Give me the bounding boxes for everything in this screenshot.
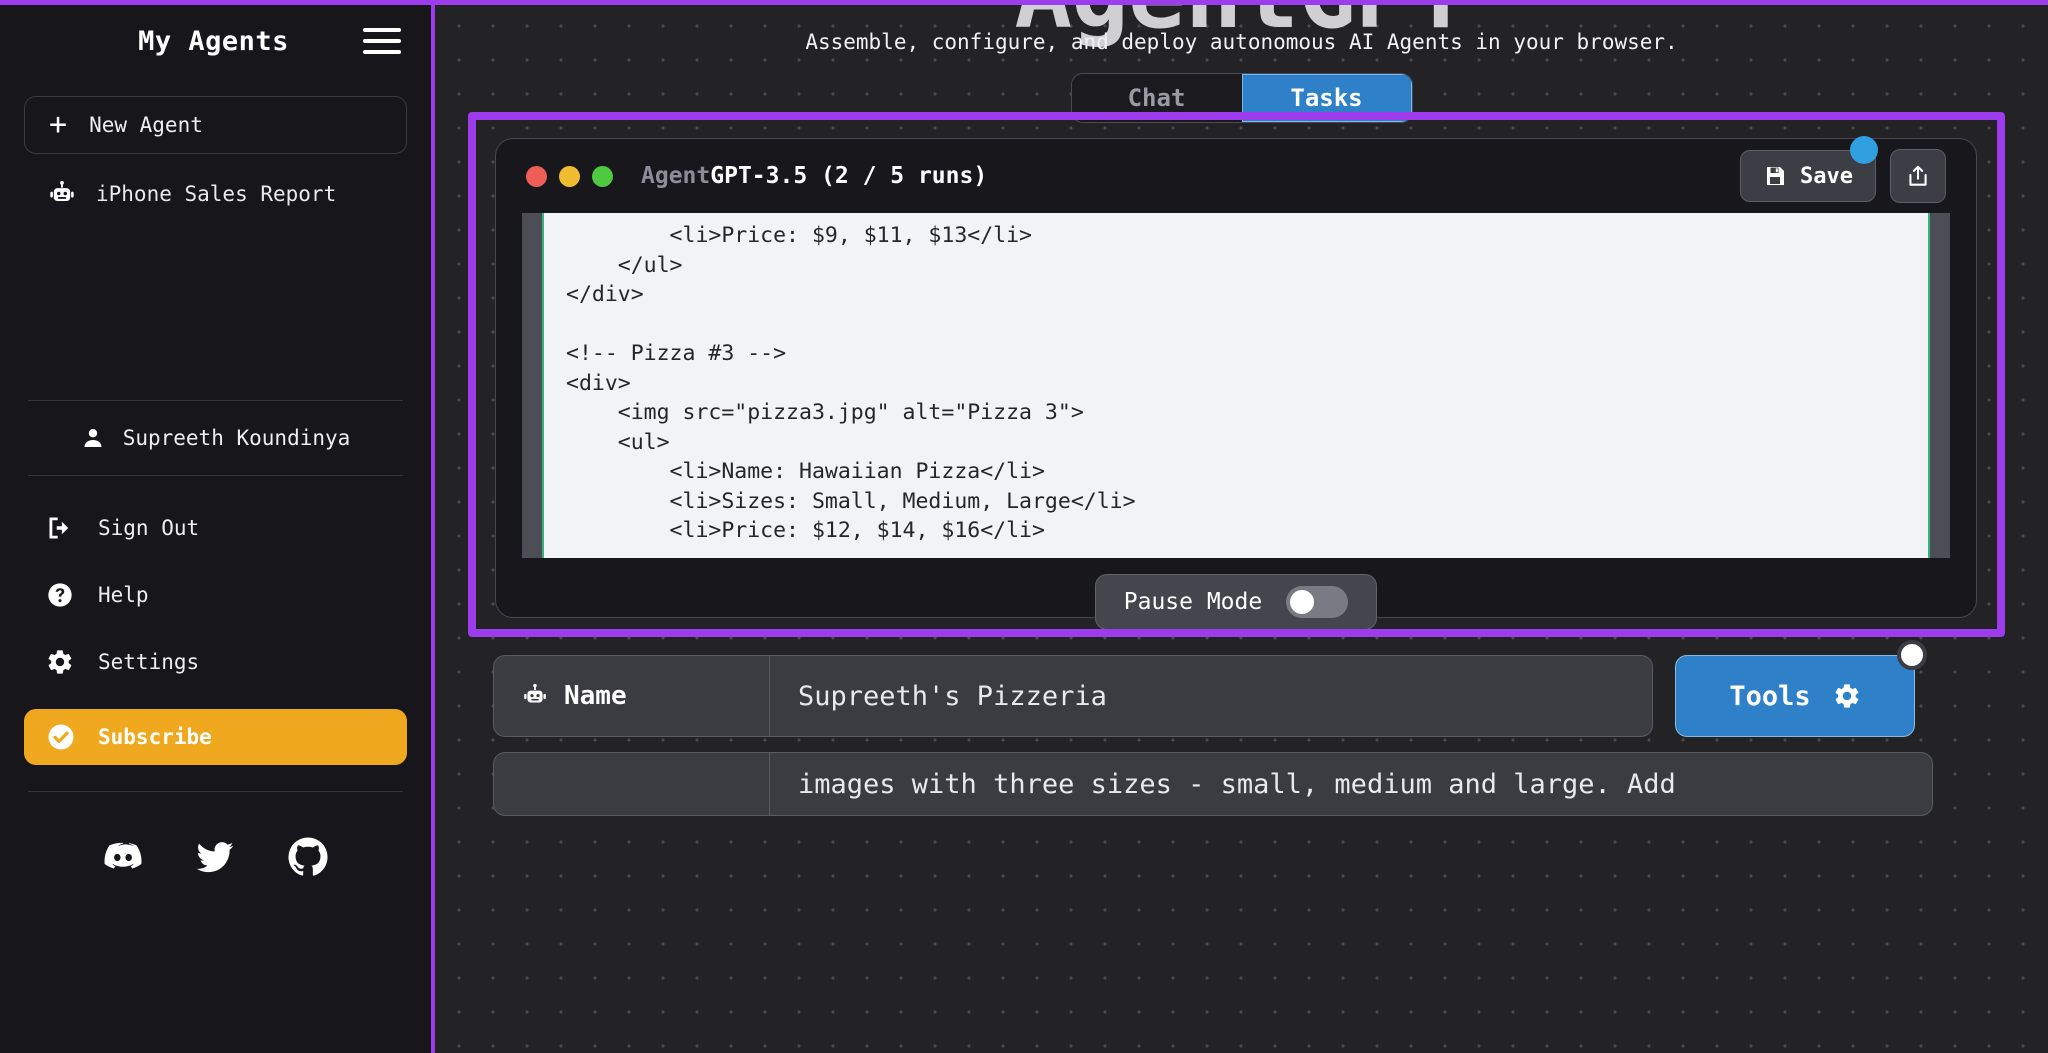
new-agent-button[interactable]: + New Agent (24, 96, 407, 154)
subscribe-button[interactable]: Subscribe (24, 709, 407, 765)
app-root: My Agents + New Agent iPhone Sales Repor… (0, 0, 2048, 1053)
code-output-text: <li>Price: $9, $11, $13</li> </ul> </div… (544, 213, 1928, 558)
agent-window: AgentGPT-3.5 (2 / 5 runs) Save <li>Price… (495, 136, 1977, 630)
save-badge-dot (1850, 136, 1878, 164)
new-agent-label: New Agent (89, 113, 203, 137)
pause-mode-toggle[interactable]: Pause Mode (1094, 574, 1378, 630)
agent-window-title-prefix: Agent (641, 163, 711, 189)
minimize-icon[interactable] (559, 165, 580, 187)
tools-badge-dot (1897, 640, 1927, 670)
github-icon[interactable] (285, 834, 331, 880)
page-subtitle: Assemble, configure, and deploy autonomo… (805, 30, 1678, 54)
close-icon[interactable] (526, 165, 547, 187)
sidebar-item-sign-out-label: Sign Out (98, 515, 200, 540)
goal-field-label-slot (494, 753, 770, 815)
switch-knob (1290, 590, 1315, 614)
main-content: AgentGPT Assemble, configure, and deploy… (435, 0, 2048, 1053)
robot-icon (48, 180, 76, 208)
share-button[interactable] (1890, 149, 1946, 203)
tab-chat[interactable]: Chat (1071, 74, 1242, 122)
pause-mode-label: Pause Mode (1123, 589, 1263, 615)
sidebar-item-help-label: Help (98, 582, 149, 607)
robot-icon (522, 683, 548, 709)
save-button-label: Save (1800, 163, 1853, 189)
sidebar-item-agent-label: iPhone Sales Report (96, 182, 337, 206)
sidebar-item-settings-label: Settings (98, 649, 200, 674)
name-input[interactable]: Supreeth's Pizzeria (770, 681, 1107, 712)
subscribe-label: Subscribe (98, 725, 212, 749)
goal-input[interactable]: images with three sizes - small, medium … (770, 769, 1676, 800)
user-icon (81, 426, 105, 450)
sidebar-item-settings[interactable]: Settings (24, 632, 407, 691)
sidebar: My Agents + New Agent iPhone Sales Repor… (0, 0, 435, 1053)
code-gutter-right (1928, 213, 1950, 558)
floppy-disk-icon (1763, 164, 1787, 188)
share-upload-icon (1905, 163, 1931, 189)
sidebar-item-sign-out[interactable]: Sign Out (24, 498, 407, 557)
tab-tasks[interactable]: Tasks (1241, 74, 1412, 122)
sidebar-header: My Agents (24, 0, 407, 82)
name-field-label: Name (564, 681, 627, 711)
pause-mode-switch[interactable] (1286, 586, 1349, 618)
code-output-panel: <li>Price: $9, $11, $13</li> </ul> </div… (522, 213, 1950, 558)
discord-icon[interactable] (101, 835, 145, 879)
plus-icon: + (49, 107, 68, 142)
maximize-icon[interactable] (592, 165, 613, 187)
name-field-label-group: Name (494, 656, 770, 736)
agent-window-titlebar: AgentGPT-3.5 (2 / 5 runs) Save (496, 136, 1976, 213)
sign-out-icon (46, 514, 74, 542)
gear-icon (1833, 682, 1861, 710)
hamburger-icon[interactable] (363, 28, 401, 54)
sidebar-item-help[interactable]: Help (24, 565, 407, 624)
pause-mode-bar: Pause Mode (496, 574, 1976, 630)
agent-window-title: AgentGPT-3.5 (2 / 5 runs) (641, 163, 987, 189)
help-circle-icon (46, 581, 74, 609)
gear-icon (46, 648, 74, 676)
tools-button-label: Tools (1729, 680, 1811, 712)
tools-button[interactable]: Tools (1675, 640, 1927, 737)
sidebar-user-name: Supreeth Koundinya (122, 426, 351, 450)
name-field[interactable]: Name Supreeth's Pizzeria (493, 655, 1653, 737)
sidebar-title: My Agents (138, 25, 289, 57)
agent-name-row: Name Supreeth's Pizzeria Tools (493, 640, 1927, 737)
agent-window-title-model: GPT-3.5 (2 / 5 runs) (710, 163, 988, 189)
sidebar-item-agent[interactable]: iPhone Sales Report (24, 166, 407, 222)
top-accent-rule (0, 0, 2048, 5)
agent-window-actions: Save (1740, 136, 1946, 203)
twitter-icon[interactable] (193, 835, 237, 879)
goal-field[interactable]: images with three sizes - small, medium … (493, 752, 1933, 816)
sidebar-divider-socials (28, 791, 403, 792)
check-circle-icon (46, 722, 76, 752)
traffic-lights (526, 165, 613, 187)
code-gutter-left (522, 213, 544, 558)
social-links (24, 834, 407, 880)
sidebar-divider-bottom (28, 475, 403, 476)
sidebar-user[interactable]: Supreeth Koundinya (24, 401, 407, 475)
tab-bar: Chat Tasks (1070, 73, 1413, 123)
